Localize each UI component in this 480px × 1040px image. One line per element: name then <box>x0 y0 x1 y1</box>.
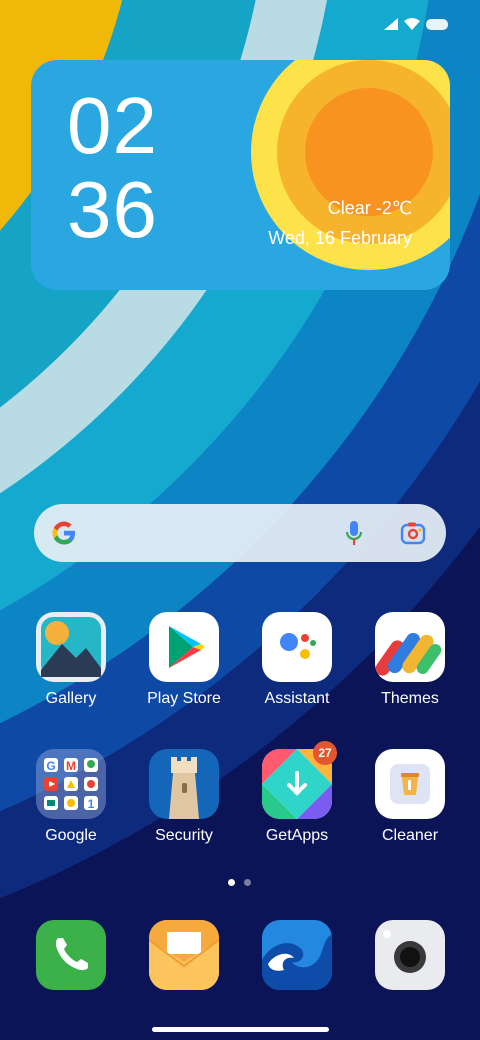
clock-hours: 02 <box>67 81 158 170</box>
google-lens-icon[interactable] <box>400 521 426 545</box>
app-getapps[interactable]: 27 GetApps <box>247 741 347 845</box>
svg-text:M: M <box>66 759 76 773</box>
microphone-icon[interactable] <box>344 520 364 546</box>
camera-icon <box>375 920 445 990</box>
page-indicator <box>228 879 251 886</box>
app-cleaner[interactable]: Cleaner <box>360 749 460 845</box>
wifi-icon <box>404 18 420 30</box>
app-label: Themes <box>381 690 439 707</box>
google-search-bar[interactable] <box>34 504 446 562</box>
cleaner-icon <box>375 749 445 819</box>
assistant-icon <box>262 612 332 682</box>
clock-weather-widget[interactable]: 02 36 Clear -2℃ Wed, 16 February <box>31 60 450 290</box>
date-text: Wed, 16 February <box>268 228 412 248</box>
dock-browser[interactable] <box>262 920 332 990</box>
google-g-icon <box>52 521 75 545</box>
dock-camera[interactable] <box>375 920 445 990</box>
phone-icon <box>36 920 106 990</box>
app-label: Assistant <box>264 690 330 707</box>
svg-text:1: 1 <box>88 797 95 811</box>
svg-text:G: G <box>46 759 55 773</box>
app-label: Google <box>45 827 97 844</box>
app-label: Cleaner <box>381 827 439 844</box>
dock-phone[interactable] <box>36 920 106 990</box>
weather-text: Clear -2℃ <box>327 198 412 218</box>
security-icon <box>149 749 219 819</box>
themes-icon <box>375 612 445 682</box>
google-folder-icon: G M 1 <box>36 749 106 819</box>
clock-minutes: 36 <box>67 165 158 254</box>
app-label: GetApps <box>265 827 329 844</box>
app-label: Play Store <box>147 690 221 707</box>
gallery-icon <box>36 612 106 682</box>
signal-icon <box>384 18 398 30</box>
app-themes[interactable]: Themes <box>360 612 460 708</box>
dock-messaging[interactable] <box>149 920 219 990</box>
status-bar <box>384 18 448 30</box>
messaging-icon <box>149 920 219 990</box>
app-gallery[interactable]: Gallery <box>21 612 121 708</box>
app-assistant[interactable]: Assistant <box>247 612 347 708</box>
app-play-store[interactable]: Play Store <box>134 612 234 708</box>
browser-icon <box>262 920 332 990</box>
notification-badge: 27 <box>313 741 337 765</box>
page-dot-active[interactable] <box>228 879 235 886</box>
battery-icon <box>426 18 448 30</box>
app-label: Gallery <box>45 690 97 707</box>
app-google-folder[interactable]: G M 1 Google <box>21 749 121 845</box>
play-store-icon <box>149 612 219 682</box>
app-label: Security <box>155 827 213 844</box>
home-gesture-bar[interactable] <box>152 1027 329 1032</box>
page-dot[interactable] <box>244 879 251 886</box>
app-security[interactable]: Security <box>134 749 234 845</box>
